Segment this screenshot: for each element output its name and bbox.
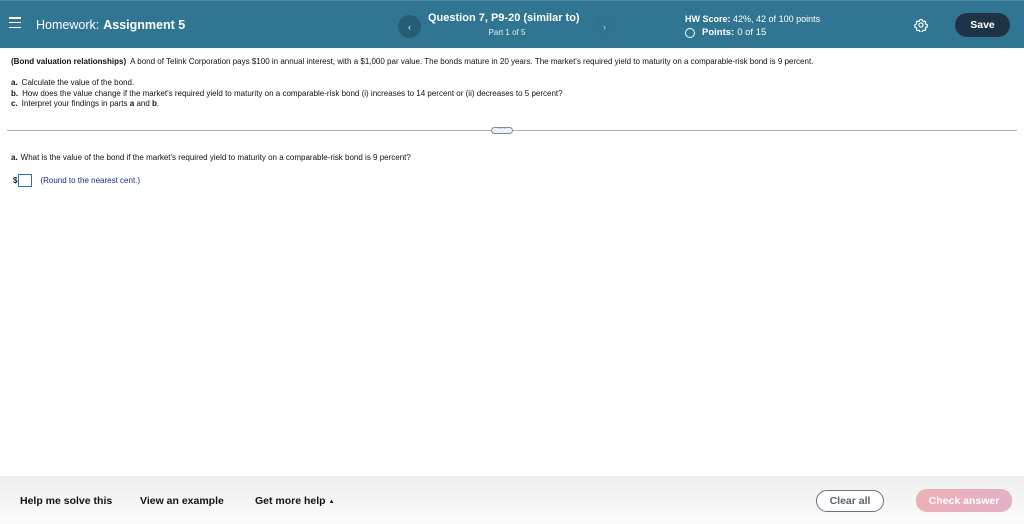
part-label: c. <box>11 99 18 108</box>
caret-up-icon: ▲ <box>328 499 335 505</box>
rounding-hint: (Round to the nearest cent.) <box>40 176 141 185</box>
part-ref-a: a <box>129 99 135 108</box>
part-c: c. Interpret your findings in parts a and… <box>11 99 563 110</box>
part-text-end: . <box>156 99 160 108</box>
gear-icon[interactable] <box>914 18 928 32</box>
next-question-button[interactable]: › <box>593 15 616 38</box>
check-answer-button[interactable]: Check answer <box>916 489 1012 512</box>
answer-input[interactable] <box>18 174 33 187</box>
question-points: Points: 0 of 15 <box>685 27 766 38</box>
part-label: a. <box>11 78 18 87</box>
question-part: Part 1 of 5 <box>488 28 526 37</box>
currency-symbol: $ <box>13 176 18 185</box>
chevron-right-icon: › <box>603 21 606 32</box>
part-text: Interpret your findings in parts <box>21 99 128 108</box>
part-text-and: and <box>136 99 150 108</box>
points-value: 0 of 15 <box>737 27 767 38</box>
hw-score-value: 42%, 42 of 100 points <box>733 14 821 24</box>
question-prompt: a. What is the value of the bond if the m… <box>11 153 411 162</box>
view-example-button[interactable]: View an example <box>140 495 224 507</box>
answer-row: $ (Round to the nearest cent.) <box>13 174 140 187</box>
bottom-bar: Help me solve this View an example Get m… <box>0 476 1024 524</box>
top-bar: Homework: Assignment 5 ‹ Question 7, P9-2… <box>0 0 1024 48</box>
hw-score-label: HW Score: <box>685 14 731 24</box>
get-more-help-label: Get more help <box>255 495 326 507</box>
previous-question-button[interactable]: ‹ <box>398 15 421 38</box>
problem-text: A bond of Telink Corporation pays $100 i… <box>130 57 814 66</box>
question-label: a. <box>11 153 18 162</box>
save-button[interactable]: Save <box>955 13 1010 37</box>
part-a: a. Calculate the value of the bond. <box>11 78 563 89</box>
problem-parts: a. Calculate the value of the bond. b. How… <box>11 78 563 110</box>
part-text: Calculate the value of the bond. <box>21 78 135 87</box>
expand-more-button[interactable]: ··· <box>491 126 513 134</box>
question-text: What is the value of the bond if the mar… <box>20 153 411 162</box>
part-label: b. <box>11 88 19 98</box>
progress-circle-icon <box>685 27 695 38</box>
clear-all-button[interactable]: Clear all <box>816 490 884 512</box>
points-label: Points: <box>702 27 735 38</box>
homework-title: Homework: Assignment 5 <box>36 18 185 32</box>
chevron-left-icon: ‹ <box>408 21 411 32</box>
part-b: b. How does the value change if the marke… <box>11 89 563 100</box>
hw-score: HW Score: 42%, 42 of 100 points <box>685 14 820 24</box>
get-more-help-button[interactable]: Get more help ▲ <box>255 495 335 507</box>
part-text: How does the value change if the market'… <box>22 88 563 98</box>
assignment-name: Assignment 5 <box>103 18 186 32</box>
menu-icon[interactable] <box>9 17 21 29</box>
problem-statement: (Bond valuation relationships) A bond of… <box>11 57 813 66</box>
problem-topic: (Bond valuation relationships) <box>11 57 127 66</box>
question-title: Question 7, P9-20 (similar to) <box>428 12 580 24</box>
help-me-solve-button[interactable]: Help me solve this <box>20 495 112 507</box>
homework-prefix: Homework: <box>36 18 100 32</box>
